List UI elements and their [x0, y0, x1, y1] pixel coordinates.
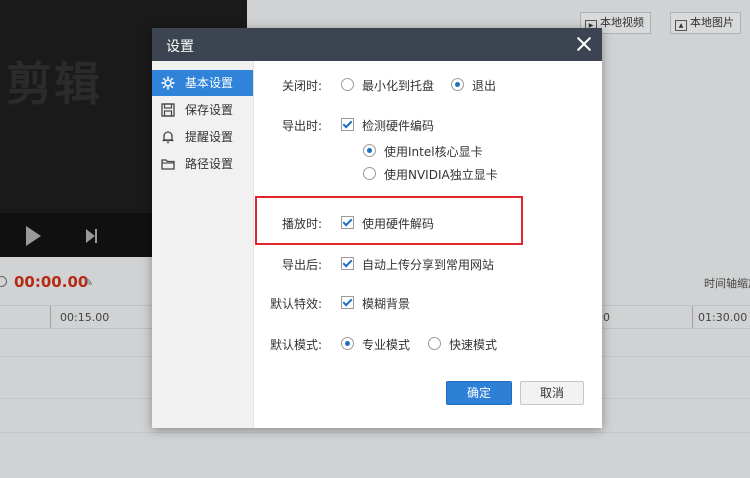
preview-title-text: 剪辑 — [6, 57, 102, 111]
radio-pro-mode[interactable] — [341, 337, 354, 350]
checkbox-auto-upload[interactable] — [341, 257, 354, 270]
default-effect-label: 默认特效: — [269, 297, 322, 311]
option-label: 使用硬件解码 — [362, 217, 435, 231]
save-icon — [161, 103, 175, 117]
option-label: 模糊背景 — [362, 297, 411, 311]
local-image-label: 本地图片 — [690, 16, 734, 29]
next-frame-icon[interactable] — [86, 229, 98, 243]
pencil-icon[interactable]: ✎ — [84, 276, 93, 289]
option-label: 自动上传分享到常用网站 — [362, 258, 495, 272]
timeline-zoom-label: 时间轴缩放 — [704, 277, 750, 290]
sidebar-item-label: 保存设置 — [185, 103, 234, 117]
ruler-label: 01:30.00 — [698, 311, 748, 324]
radio-exit[interactable] — [451, 78, 464, 91]
local-image-button[interactable]: ▲ 本地图片 — [670, 12, 741, 34]
local-video-label: 本地视频 — [600, 16, 644, 29]
dialog-header: 设置 — [152, 28, 602, 61]
image-file-icon: ▲ — [675, 20, 687, 31]
sidebar-item-label: 提醒设置 — [185, 130, 234, 144]
sidebar-item-path[interactable]: 路径设置 — [152, 151, 253, 177]
option-label: 检测硬件编码 — [362, 119, 435, 133]
export-label: 导出时: — [281, 119, 322, 133]
ruler-label: 0 — [603, 311, 610, 324]
folder-icon — [161, 159, 175, 170]
radio-quick-mode[interactable] — [428, 337, 441, 350]
radio-intel-gpu[interactable] — [363, 144, 376, 157]
cancel-button[interactable]: 取消 — [520, 381, 584, 405]
checkbox-blur-background[interactable] — [341, 296, 354, 309]
option-label: 专业模式 — [362, 338, 411, 352]
checkbox-hw-decode[interactable] — [341, 216, 354, 229]
ruler-tick — [50, 306, 51, 328]
playback-label: 播放时: — [281, 217, 322, 231]
timeline-track[interactable] — [0, 432, 750, 433]
sidebar-item-reminder[interactable]: 提醒设置 — [152, 124, 253, 150]
radio-nvidia-gpu[interactable] — [363, 167, 376, 180]
option-label: 使用NVIDIA独立显卡 — [384, 168, 498, 182]
bell-icon — [162, 131, 174, 144]
ruler-label: 00:15.00 — [60, 311, 110, 324]
settings-sidebar: 基本设置 保存设置 提醒设置 路径设置 — [152, 61, 254, 428]
time-readout: 00:00.00 — [14, 273, 89, 291]
sidebar-item-basic[interactable]: 基本设置 — [152, 70, 253, 96]
option-label: 退出 — [472, 79, 497, 93]
gear-icon — [161, 76, 175, 90]
option-label: 最小化到托盘 — [362, 79, 435, 93]
default-mode-label: 默认模式: — [269, 338, 322, 352]
sidebar-item-label: 基本设置 — [185, 76, 234, 90]
close-behavior-label: 关闭时: — [281, 79, 322, 93]
option-label: 快速模式 — [449, 338, 498, 352]
sidebar-item-label: 路径设置 — [185, 157, 234, 171]
dialog-title: 设置 — [166, 39, 194, 55]
after-export-label: 导出后: — [281, 258, 322, 272]
checkbox-detect-hw-encode[interactable] — [341, 118, 354, 131]
close-icon[interactable] — [574, 34, 594, 54]
ruler-tick — [692, 306, 693, 328]
option-label: 使用Intel核心显卡 — [384, 145, 483, 159]
sidebar-item-save[interactable]: 保存设置 — [152, 97, 253, 123]
ok-button[interactable]: 确定 — [446, 381, 512, 405]
play-icon[interactable] — [26, 226, 41, 246]
radio-minimize[interactable] — [341, 78, 354, 91]
